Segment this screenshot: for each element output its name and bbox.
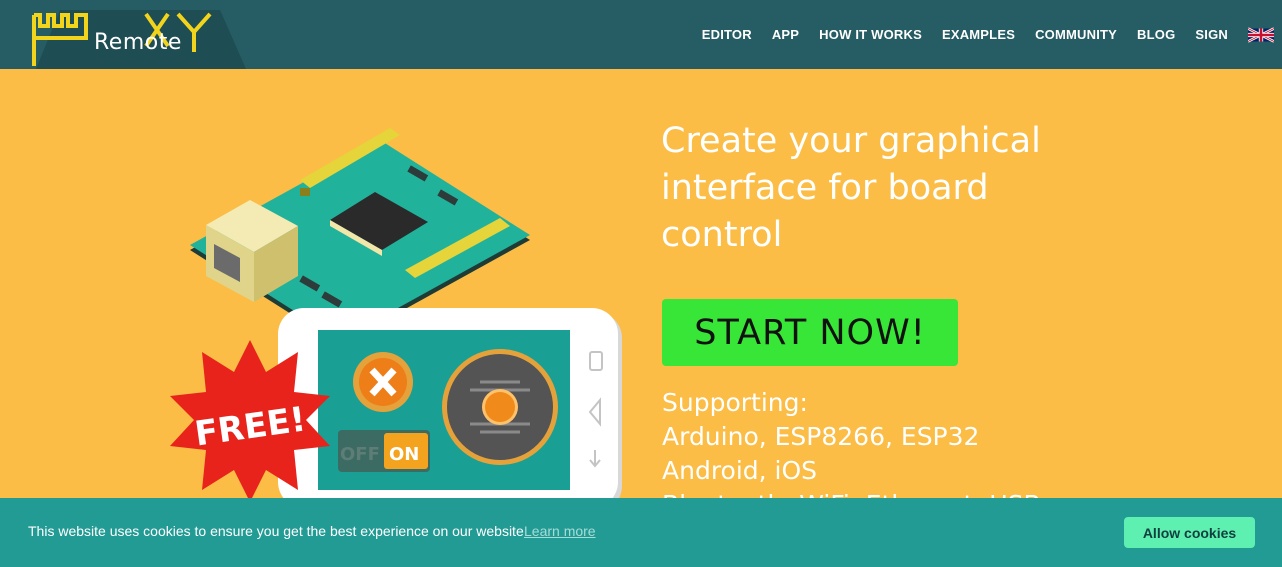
nav-community[interactable]: COMMUNITY: [1035, 27, 1117, 42]
toggle-off-label: OFF: [340, 444, 380, 465]
nav-editor[interactable]: EDITOR: [702, 27, 752, 42]
hero-title-line2: interface for board: [661, 168, 989, 208]
allow-cookies-button[interactable]: Allow cookies: [1124, 517, 1255, 548]
hero-title-line1: Create your graphical: [661, 121, 1041, 161]
hero-title: Create your graphical interface for boar…: [661, 118, 1081, 259]
nav-sign[interactable]: SIGN: [1195, 27, 1228, 42]
cookie-message: This website uses cookies to ensure you …: [28, 523, 524, 539]
main-nav: EDITOR APP HOW IT WORKS EXAMPLES COMMUNI…: [702, 0, 1282, 69]
toggle-on-label: ON: [389, 444, 419, 465]
support-boards: Arduino, ESP8266, ESP32: [662, 422, 980, 451]
site-header: Remote EDITOR APP HOW IT WORKS EXAMPLES …: [0, 0, 1282, 69]
nav-examples[interactable]: EXAMPLES: [942, 27, 1015, 42]
learn-more-link[interactable]: Learn more: [524, 523, 596, 539]
support-label: Supporting:: [662, 388, 808, 417]
support-platforms: Android, iOS: [662, 456, 818, 485]
phone-icon: OFF ON: [278, 308, 622, 512]
board-phone-illustration: OFF ON FREE!: [170, 128, 622, 512]
cookie-banner: This website uses cookies to ensure you …: [0, 498, 1282, 567]
nav-app[interactable]: APP: [772, 27, 799, 42]
uk-flag-icon[interactable]: [1248, 26, 1274, 43]
hero-title-line3: control: [661, 215, 783, 255]
logo-text: Remote: [94, 30, 182, 55]
nav-blog[interactable]: BLOG: [1137, 27, 1175, 42]
start-now-button[interactable]: START NOW!: [662, 299, 958, 366]
remotexy-logo[interactable]: Remote: [0, 0, 250, 69]
nav-how-it-works[interactable]: HOW IT WORKS: [819, 27, 922, 42]
